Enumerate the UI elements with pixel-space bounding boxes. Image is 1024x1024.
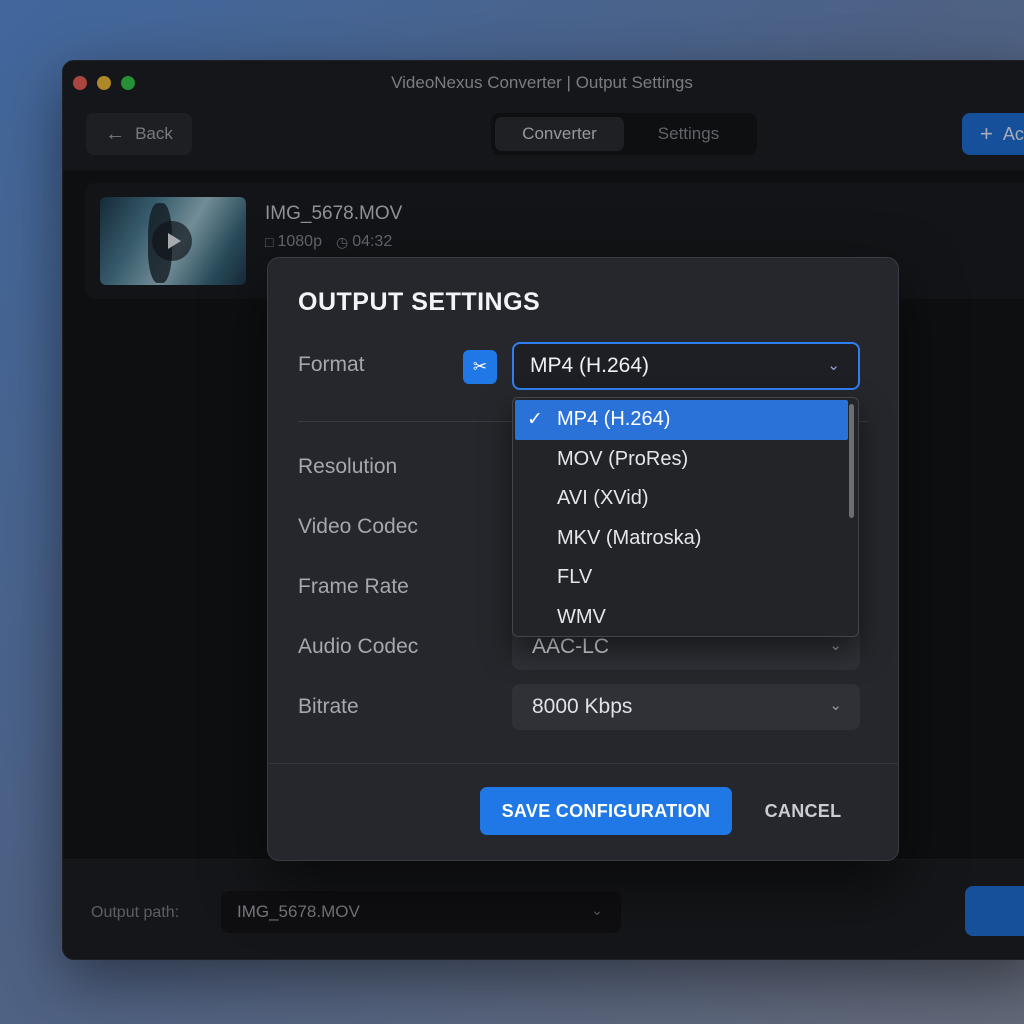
footer-divider bbox=[268, 763, 898, 764]
resolution-label: Resolution bbox=[298, 455, 398, 478]
format-option-mp4[interactable]: ✓ MP4 (H.264) bbox=[515, 400, 848, 440]
format-option-flv[interactable]: FLV bbox=[513, 558, 858, 598]
format-option-wmv[interactable]: WMV bbox=[513, 598, 858, 637]
video-codec-label: Video Codec bbox=[298, 515, 418, 538]
chevron-down-icon: ⌄ bbox=[827, 357, 840, 374]
format-option-mov[interactable]: MOV (ProRes) bbox=[513, 440, 858, 480]
checkmark-icon: ✓ bbox=[527, 409, 543, 430]
format-option-mkv[interactable]: MKV (Matroska) bbox=[513, 519, 858, 559]
option-label: MP4 (H.264) bbox=[557, 408, 671, 431]
format-select[interactable]: MP4 (H.264) ⌄ bbox=[512, 342, 860, 390]
audio-codec-value: AAC-LC bbox=[532, 635, 610, 658]
bitrate-label: Bitrate bbox=[298, 695, 359, 718]
bitrate-value: 8000 Kbps bbox=[532, 695, 633, 718]
audio-codec-label: Audio Codec bbox=[298, 635, 419, 658]
format-select-value: MP4 (H.264) bbox=[530, 354, 650, 377]
chevron-down-icon: ⌄ bbox=[829, 637, 842, 654]
bitrate-select[interactable]: 8000 Kbps ⌄ bbox=[512, 684, 860, 730]
scissors-icon[interactable]: ✂ bbox=[463, 350, 497, 384]
dialog-title: OUTPUT SETTINGS bbox=[298, 288, 541, 316]
frame-rate-label: Frame Rate bbox=[298, 575, 409, 598]
dropdown-scrollbar[interactable] bbox=[849, 404, 854, 518]
chevron-down-icon: ⌄ bbox=[829, 697, 842, 714]
cancel-button[interactable]: CANCEL bbox=[748, 787, 858, 835]
format-label: Format bbox=[298, 353, 365, 376]
format-option-avi[interactable]: AVI (XVid) bbox=[513, 479, 858, 519]
save-configuration-button[interactable]: SAVE CONFIGURATION bbox=[480, 787, 732, 835]
format-dropdown-menu: ✓ MP4 (H.264) MOV (ProRes) AVI (XVid) MK… bbox=[512, 397, 859, 637]
